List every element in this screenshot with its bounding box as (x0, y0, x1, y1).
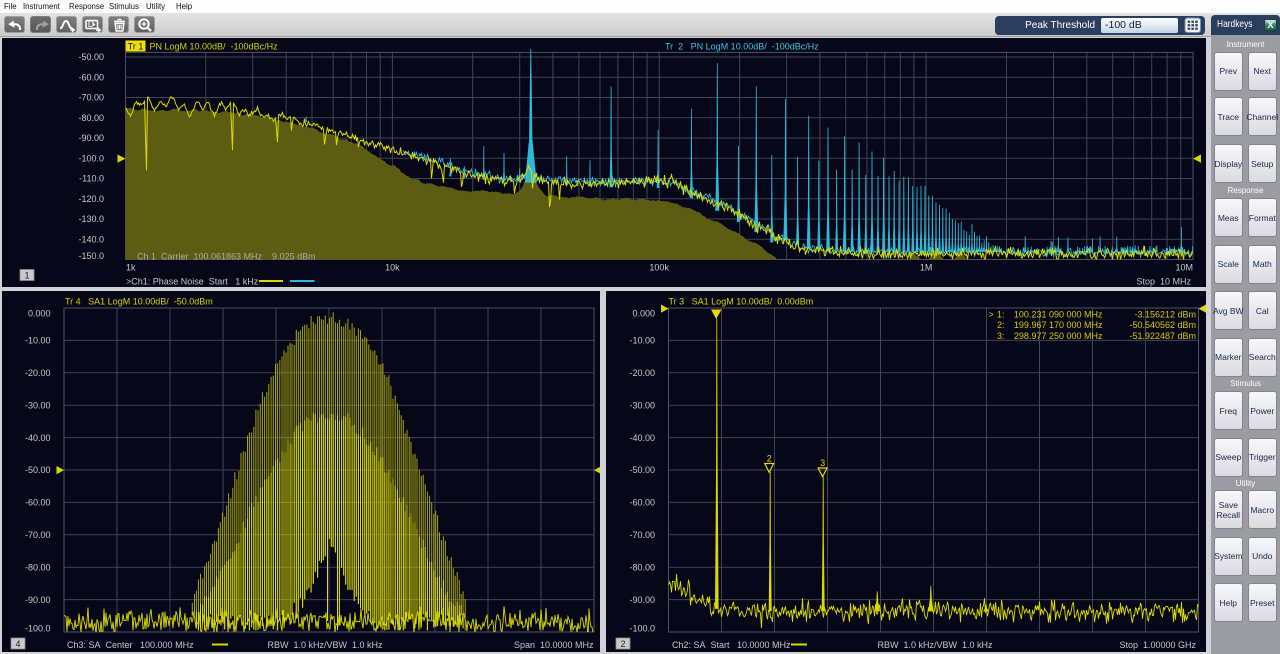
svg-text:10M: 10M (1175, 263, 1193, 273)
svg-text:-150.0: -150.0 (78, 251, 104, 261)
svg-text:>: > (989, 310, 994, 320)
svg-text:PN LogM 10.00dB/ -100dBc/Hz: PN LogM 10.00dB/ -100dBc/Hz (150, 42, 279, 52)
svg-text:199.967 170 000 MHz: 199.967 170 000 MHz (1014, 320, 1103, 330)
svg-text:2: 2 (620, 639, 625, 649)
svg-text:Tr 4 SA1 LogM 10.00dB/ -50.: Tr 4 SA1 LogM 10.00dB/ -50.0dBm (65, 297, 213, 307)
svg-text:-70.00: -70.00 (25, 530, 51, 540)
svg-text:Tr 2 PN LogM 10.00dB/ -100: Tr 2 PN LogM 10.00dB/ -100dBc/Hz (665, 42, 819, 52)
svg-text:-10.00: -10.00 (629, 336, 655, 346)
svg-text:>Ch1: Phase Noise Start 1 k: >Ch1: Phase Noise Start 1 kHz (126, 277, 259, 287)
svg-text:-80.00: -80.00 (629, 562, 655, 572)
svg-text:3:: 3: (997, 331, 1005, 341)
svg-text:-50.00: -50.00 (25, 465, 51, 475)
svg-text:-30.00: -30.00 (25, 400, 51, 410)
svg-text:-3.156212 dBm: -3.156212 dBm (1134, 310, 1196, 320)
svg-text:Tr 3 SA1 LogM 10.00dB/ 0.00: Tr 3 SA1 LogM 10.00dB/ 0.00dBm (669, 297, 814, 307)
svg-text:-100.0: -100.0 (78, 153, 104, 163)
svg-text:0.000: 0.000 (28, 309, 51, 319)
svg-text:100.231 090 000 MHz: 100.231 090 000 MHz (1014, 310, 1103, 320)
svg-text:2:: 2: (997, 320, 1005, 330)
svg-text:-50.540562 dBm: -50.540562 dBm (1129, 320, 1196, 330)
svg-text:RBW 1.0 kHz/VBW 1.0 kHz: RBW 1.0 kHz/VBW 1.0 kHz (877, 640, 993, 650)
svg-text:10k: 10k (385, 263, 400, 273)
svg-text:1M: 1M (920, 263, 933, 273)
svg-text:1k: 1k (126, 263, 136, 273)
svg-text:4: 4 (15, 639, 20, 649)
svg-text:-90.00: -90.00 (78, 133, 104, 143)
svg-text:-40.00: -40.00 (629, 433, 655, 443)
svg-text:-80.00: -80.00 (78, 113, 104, 123)
svg-text:2: 2 (767, 454, 772, 464)
svg-text:-70.00: -70.00 (78, 93, 104, 103)
svg-text:-90.00: -90.00 (629, 595, 655, 605)
svg-text:Span 10.0000 MHz: Span 10.0000 MHz (514, 640, 594, 650)
svg-text:-80.00: -80.00 (25, 562, 51, 572)
svg-text:-60.00: -60.00 (78, 73, 104, 83)
svg-text:Ch3: SA Center 100.000 MHz: Ch3: SA Center 100.000 MHz (67, 640, 194, 650)
svg-text:-130.0: -130.0 (78, 214, 104, 224)
svg-text:1:: 1: (997, 310, 1005, 320)
svg-text:-51.922487 dBm: -51.922487 dBm (1129, 331, 1196, 341)
svg-text:-20.00: -20.00 (25, 368, 51, 378)
svg-text:0.000: 0.000 (632, 309, 655, 319)
svg-text:298.977 250 000 MHz: 298.977 250 000 MHz (1014, 331, 1103, 341)
svg-text:-60.00: -60.00 (629, 498, 655, 508)
svg-text:-20.00: -20.00 (629, 368, 655, 378)
svg-text:Stop 1.00000 GHz: Stop 1.00000 GHz (1119, 640, 1196, 650)
svg-text:-140.0: -140.0 (78, 234, 104, 244)
svg-text:-40.00: -40.00 (25, 433, 51, 443)
svg-text:-60.00: -60.00 (25, 498, 51, 508)
svg-text:-90.00: -90.00 (25, 595, 51, 605)
svg-text:-10.00: -10.00 (25, 336, 51, 346)
svg-text:1: 1 (24, 271, 29, 281)
svg-text:-120.0: -120.0 (78, 194, 104, 204)
svg-text:-50.00: -50.00 (629, 465, 655, 475)
svg-text:3: 3 (820, 458, 825, 468)
svg-text:-30.00: -30.00 (629, 400, 655, 410)
svg-text:Stop 10 MHz: Stop 10 MHz (1136, 277, 1191, 287)
svg-text:Ch2: SA Start 10.0000 MHz: Ch2: SA Start 10.0000 MHz (672, 640, 791, 650)
svg-text:-70.00: -70.00 (629, 530, 655, 540)
svg-text:-100.0: -100.0 (629, 624, 655, 634)
svg-text:Ch 1 Carrier 100.061863 MHz: Ch 1 Carrier 100.061863 MHz 9.025 dBm (137, 252, 316, 262)
svg-text:Tr 1: Tr 1 (128, 42, 144, 52)
svg-text:-110.0: -110.0 (79, 174, 104, 184)
svg-text:-50.00: -50.00 (78, 52, 104, 62)
svg-text:100k: 100k (649, 263, 669, 273)
svg-text:RBW 1.0 kHz/VBW 1.0 kHz: RBW 1.0 kHz/VBW 1.0 kHz (267, 640, 383, 650)
svg-text:-100.0: -100.0 (25, 624, 51, 634)
